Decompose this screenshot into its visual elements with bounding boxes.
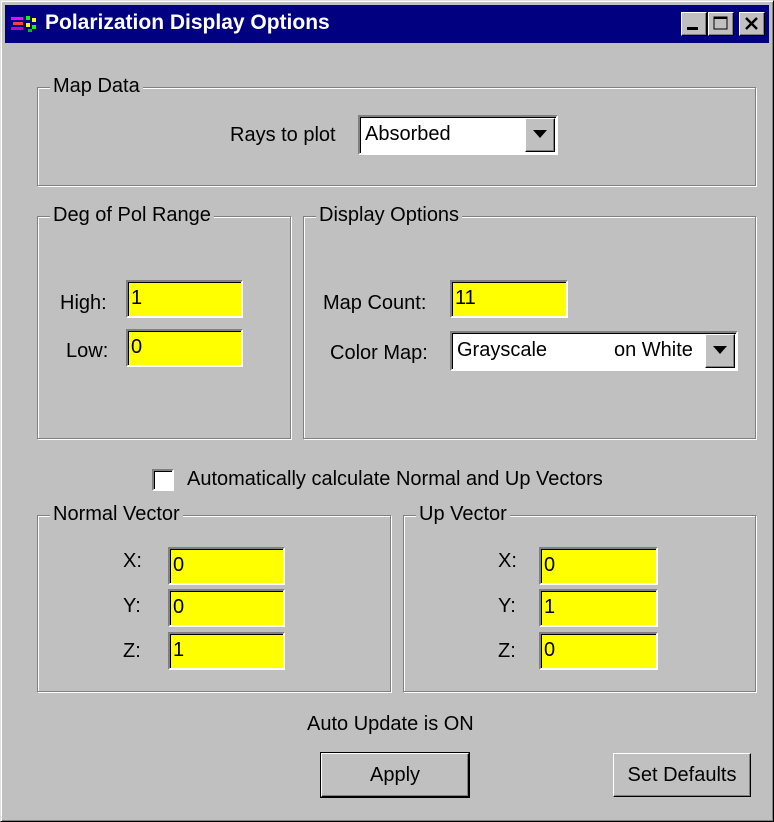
low-label: Low:: [66, 340, 109, 362]
window-title: Polarization Display Options: [45, 11, 330, 34]
auto-update-status: Auto Update is ON: [307, 713, 474, 735]
map-count-label: Map Count:: [323, 292, 427, 314]
deg-of-pol-range-group: Deg of Pol Range High: 1 Low: 0: [37, 204, 291, 439]
maximize-icon: [713, 16, 728, 30]
minimize-icon: [687, 27, 698, 30]
up-z-label: Z:: [498, 640, 516, 662]
normal-vector-group: Normal Vector X: 0 Y: 0 Z: 1: [37, 503, 391, 692]
color-map-dropdown-button[interactable]: [705, 334, 735, 368]
rays-dropdown-button[interactable]: [525, 118, 555, 152]
polarization-display-options-window: Polarization Display Options Map Data Ra…: [0, 0, 774, 822]
display-options-group: Display Options Map Count: 11 Color Map:…: [303, 204, 756, 439]
low-input[interactable]: 0: [126, 329, 243, 367]
normal-x-input[interactable]: 0: [168, 547, 285, 585]
rays-to-plot-value: Absorbed: [365, 123, 451, 145]
title-bar[interactable]: Polarization Display Options: [5, 5, 769, 43]
normal-y-input[interactable]: 0: [168, 589, 285, 627]
auto-calc-label[interactable]: Automatically calculate Normal and Up Ve…: [187, 468, 603, 491]
close-button[interactable]: [739, 12, 765, 36]
up-vector-legend: Up Vector: [416, 503, 510, 526]
up-y-input[interactable]: 1: [539, 589, 658, 627]
rays-to-plot-label: Rays to plot: [230, 124, 336, 146]
high-input[interactable]: 1: [126, 280, 243, 318]
color-map-value-suffix: on White: [614, 339, 693, 361]
normal-z-label: Z:: [123, 640, 141, 662]
normal-z-input[interactable]: 1: [168, 632, 285, 670]
close-icon: [745, 17, 758, 30]
chevron-down-icon: [713, 346, 727, 354]
up-x-input[interactable]: 0: [539, 547, 658, 585]
map-data-group: Map Data Rays to plot Absorbed: [37, 75, 756, 186]
minimize-button[interactable]: [681, 12, 707, 36]
up-y-label: Y:: [498, 595, 516, 617]
auto-calc-checkbox[interactable]: [152, 469, 174, 491]
rays-to-plot-select[interactable]: Absorbed: [358, 115, 558, 155]
color-map-select[interactable]: Grayscale on White: [450, 331, 738, 371]
up-x-label: X:: [498, 550, 517, 572]
deg-of-pol-legend: Deg of Pol Range: [50, 204, 214, 227]
maximize-button[interactable]: [708, 12, 734, 36]
map-count-input[interactable]: 11: [450, 280, 568, 318]
up-vector-group: Up Vector X: 0 Y: 1 Z: 0: [403, 503, 756, 692]
normal-vector-legend: Normal Vector: [50, 503, 183, 526]
app-icon: [11, 16, 36, 32]
apply-button[interactable]: Apply: [320, 752, 470, 798]
normal-x-label: X:: [123, 550, 142, 572]
map-data-legend: Map Data: [50, 75, 143, 98]
set-defaults-button[interactable]: Set Defaults: [613, 753, 751, 797]
color-map-label: Color Map:: [330, 342, 428, 364]
normal-y-label: Y:: [123, 595, 141, 617]
up-z-input[interactable]: 0: [539, 632, 658, 670]
color-map-value: Grayscale: [457, 339, 548, 361]
high-label: High:: [60, 292, 107, 314]
display-options-legend: Display Options: [316, 204, 463, 227]
chevron-down-icon: [533, 130, 547, 138]
